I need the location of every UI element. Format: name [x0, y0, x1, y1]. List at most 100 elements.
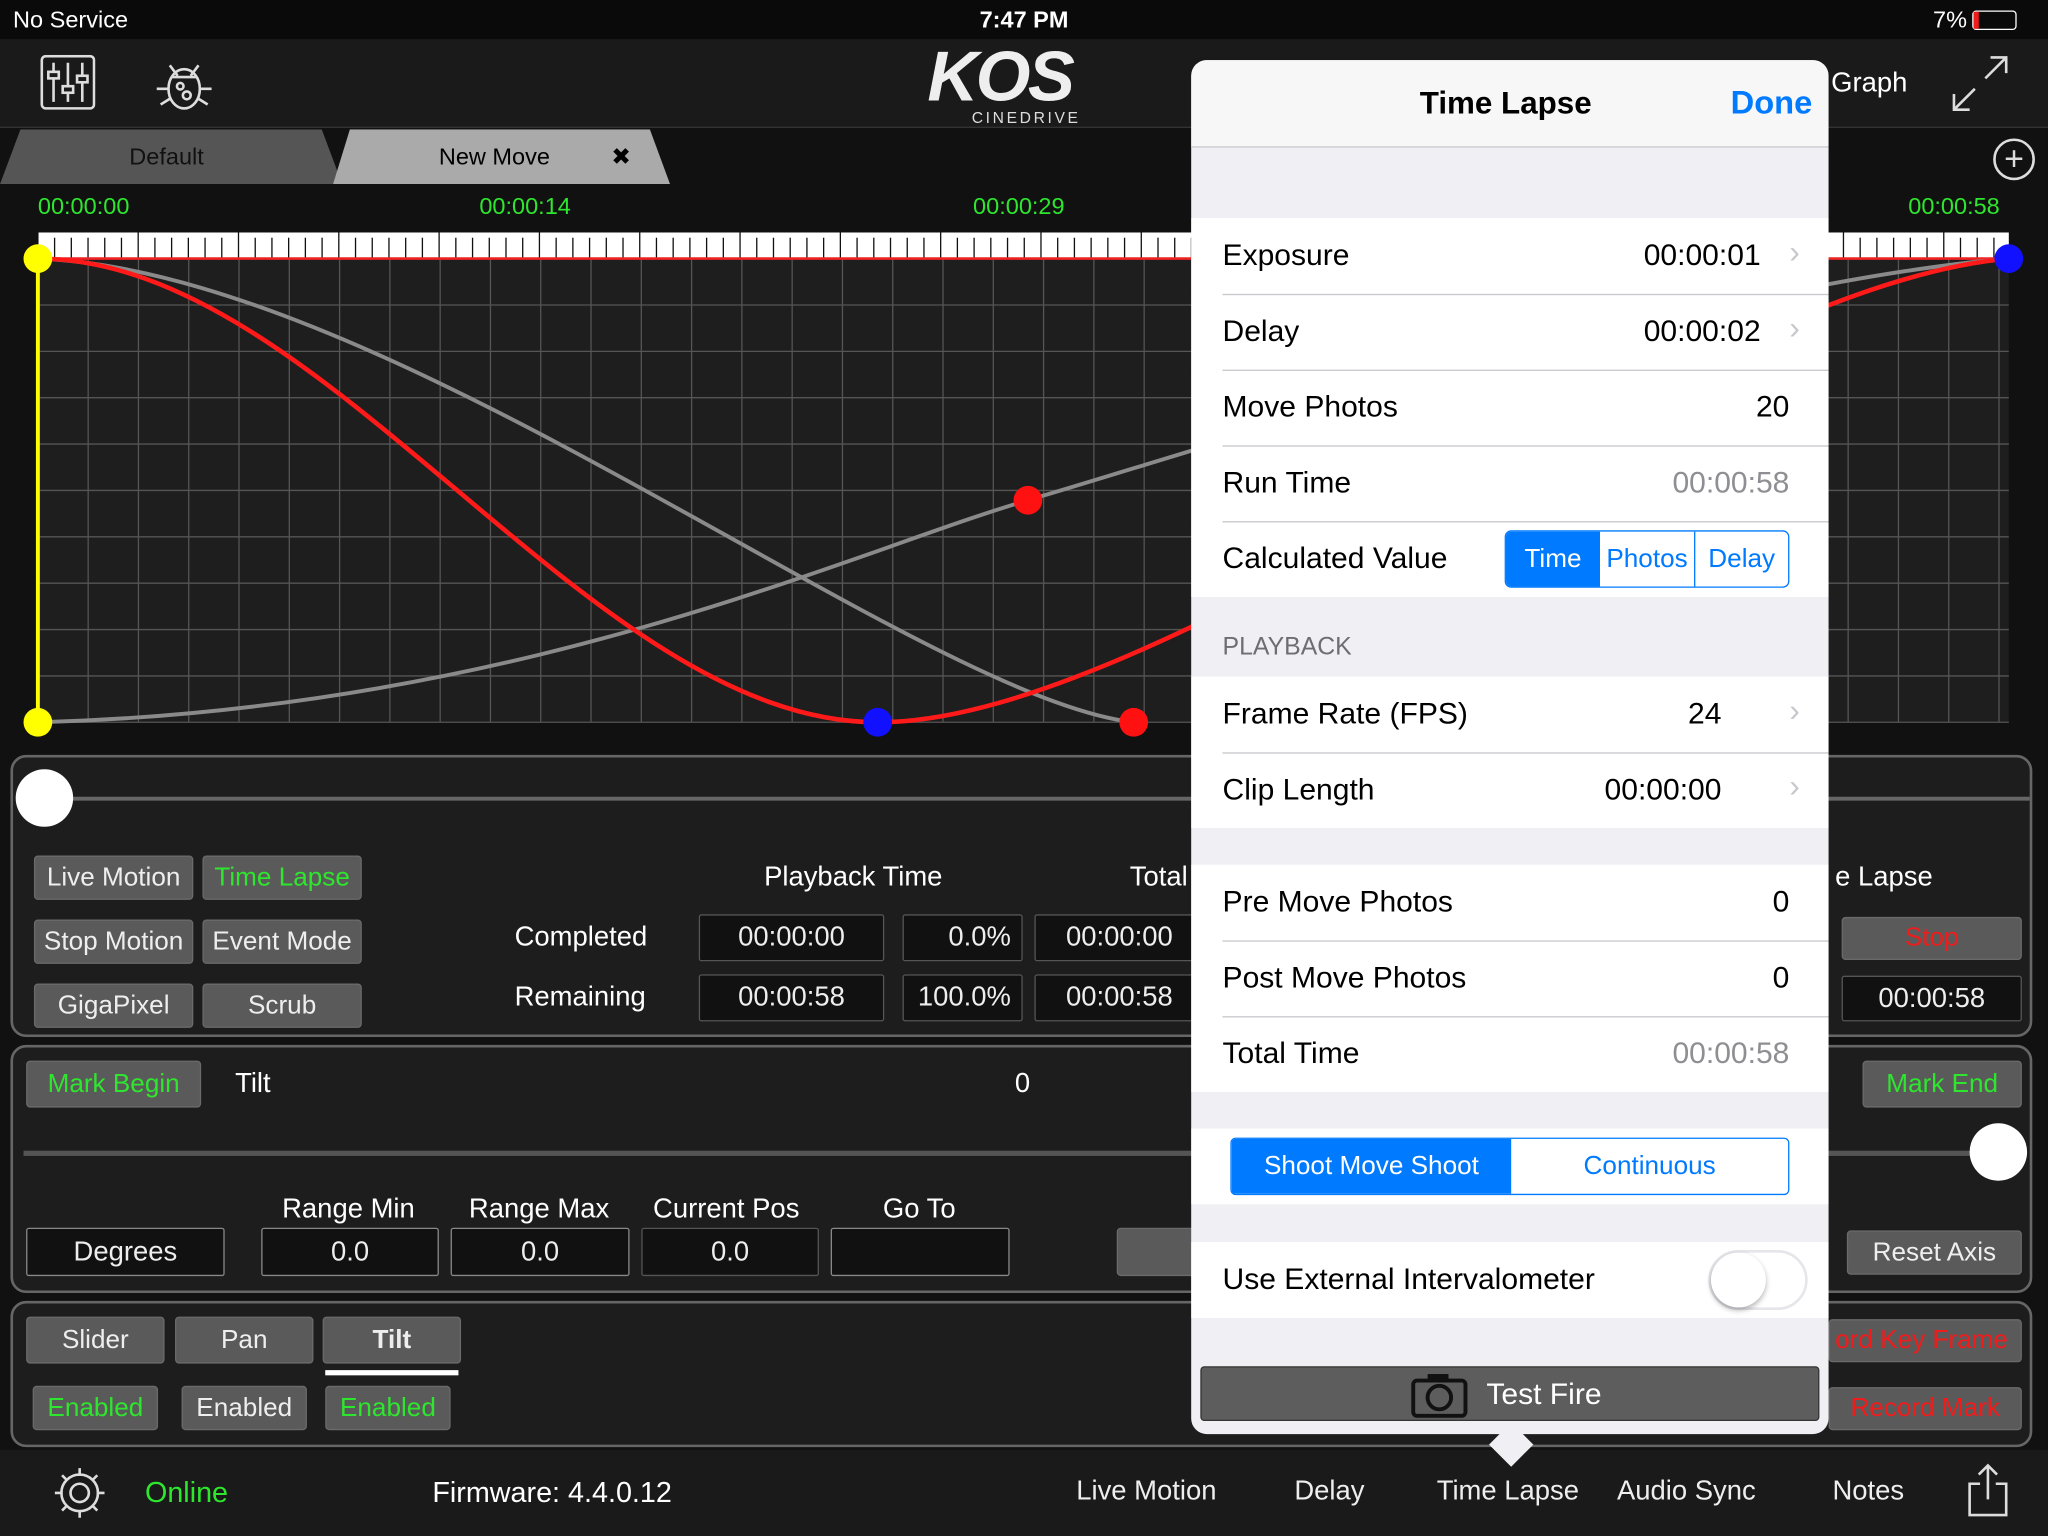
- bug-icon[interactable]: [154, 52, 214, 112]
- tilt-enabled-toggle[interactable]: Enabled: [325, 1385, 451, 1431]
- right-mode-header: e Lapse: [1835, 862, 1933, 893]
- keyframe-point: [1013, 485, 1043, 515]
- bottom-tab-live-motion[interactable]: Live Motion: [1076, 1476, 1216, 1507]
- scrub-handle[interactable]: [15, 769, 74, 827]
- range-max-input[interactable]: 0.0: [450, 1227, 630, 1277]
- sliders-icon[interactable]: [40, 54, 96, 110]
- mode-gigapixel[interactable]: GigaPixel: [33, 983, 194, 1028]
- bottom-tab-delay[interactable]: Delay: [1294, 1476, 1364, 1507]
- post-move-photos-row[interactable]: Post Move Photos 0: [1191, 940, 1829, 1017]
- time-tick: 00:00:29: [973, 193, 1065, 220]
- segment-delay[interactable]: Delay: [1695, 532, 1788, 587]
- remaining-time: 00:00:58: [698, 974, 885, 1022]
- segment-time[interactable]: Time: [1505, 531, 1600, 587]
- chevron-right-icon: ›: [1789, 310, 1800, 347]
- right-time: 00:00:58: [1841, 975, 2022, 1022]
- chevron-right-icon: ›: [1789, 769, 1800, 805]
- time-tick: 00:00:58: [1908, 193, 2000, 220]
- pre-move-photos-row[interactable]: Pre Move Photos 0: [1191, 864, 1829, 941]
- keyframe-point: [23, 707, 53, 737]
- record-mark-button[interactable]: Record Mark: [1828, 1387, 2022, 1431]
- keyframe-point: [23, 244, 53, 273]
- calculated-value-segmented[interactable]: Time Photos Delay: [1504, 530, 1790, 588]
- shoot-mode-row: Shoot Move Shoot Continuous: [1191, 1128, 1829, 1205]
- app: No Service 7:47 PM 7% KOS CINEDRIVE Grap…: [0, 0, 2048, 1536]
- mode-stop-motion[interactable]: Stop Motion: [33, 919, 194, 964]
- segment-continuous[interactable]: Continuous: [1511, 1139, 1788, 1194]
- axis-slider-handle[interactable]: [1969, 1123, 2028, 1181]
- add-icon[interactable]: +: [1993, 138, 2035, 181]
- mode-time-lapse[interactable]: Time Lapse: [202, 855, 362, 900]
- unit-selector[interactable]: Degrees: [26, 1227, 225, 1277]
- pan-enabled-toggle[interactable]: Enabled: [181, 1385, 307, 1431]
- selected-indicator: [325, 1370, 459, 1376]
- settings-gear-icon[interactable]: [52, 1465, 107, 1520]
- keyframe-point: [1119, 707, 1149, 737]
- calculated-value-row: Calculated Value Time Photos Delay: [1191, 521, 1829, 597]
- range-min-input[interactable]: 0.0: [261, 1227, 439, 1277]
- external-intervalometer-toggle[interactable]: [1708, 1249, 1808, 1311]
- bottom-tab-audio-sync[interactable]: Audio Sync: [1617, 1476, 1756, 1507]
- segment-shoot-move-shoot[interactable]: Shoot Move Shoot: [1231, 1138, 1512, 1194]
- motor-tab-tilt[interactable]: Tilt: [322, 1316, 462, 1364]
- bottom-tab-time-lapse[interactable]: Time Lapse: [1437, 1476, 1579, 1507]
- done-button[interactable]: Done: [1731, 85, 1813, 123]
- firmware-version: Firmware: 4.4.0.12: [432, 1475, 672, 1509]
- remaining-label: Remaining: [514, 982, 646, 1013]
- record-key-frame-button[interactable]: ord Key Frame: [1828, 1319, 2022, 1363]
- kos-logo: KOS: [925, 37, 1126, 116]
- go-button[interactable]: [1116, 1227, 1196, 1277]
- motor-tab-slider[interactable]: Slider: [26, 1316, 165, 1364]
- delay-row[interactable]: Delay 00:00:02 ›: [1191, 293, 1829, 370]
- mark-end-button[interactable]: Mark End: [1862, 1060, 2022, 1108]
- reset-axis-button[interactable]: Reset Axis: [1846, 1230, 2022, 1275]
- share-icon[interactable]: [1967, 1463, 2009, 1518]
- slider-enabled-toggle[interactable]: Enabled: [32, 1385, 159, 1431]
- remaining-total: 00:00:58: [1034, 974, 1205, 1022]
- expand-icon[interactable]: [1951, 55, 2008, 112]
- range-min-label: Range Min: [282, 1193, 415, 1224]
- mark-begin-button[interactable]: Mark Begin: [26, 1060, 202, 1108]
- chevron-right-icon: ›: [1789, 235, 1800, 271]
- close-tab-icon[interactable]: ✖: [611, 144, 631, 171]
- stop-button[interactable]: Stop: [1841, 916, 2022, 960]
- motor-tab-pan[interactable]: Pan: [175, 1316, 314, 1364]
- keyframe-point: [863, 707, 893, 737]
- camera-icon: [1411, 1374, 1468, 1418]
- bottom-tab-notes[interactable]: Notes: [1832, 1476, 1904, 1507]
- remaining-percent: 100.0%: [902, 974, 1023, 1022]
- svg-text:KOS: KOS: [927, 43, 1075, 106]
- mode-live-motion[interactable]: Live Motion: [33, 855, 194, 900]
- axis-name: Tilt: [235, 1068, 271, 1099]
- run-time-row: Run Time 00:00:58: [1191, 445, 1829, 522]
- carrier: No Service: [13, 6, 129, 33]
- mode-scrub[interactable]: Scrub: [202, 983, 362, 1028]
- current-pos-value: 0.0: [641, 1227, 819, 1277]
- graph-label[interactable]: Graph: [1831, 68, 1907, 99]
- battery-icon: [1972, 10, 2017, 31]
- test-fire-button[interactable]: Test Fire: [1200, 1366, 1820, 1422]
- external-intervalometer-row: Use External Intervalometer: [1191, 1242, 1829, 1318]
- completed-time: 00:00:00: [698, 914, 885, 962]
- playback-header: Playback Time: [764, 862, 943, 893]
- connection-status: Online: [144, 1475, 229, 1509]
- time-lapse-popover: Time Lapse Done Exposure 00:00:01 › Delay 0…: [1191, 60, 1829, 1435]
- completed-percent: 0.0%: [902, 914, 1023, 962]
- shoot-mode-segmented[interactable]: Shoot Move Shoot Continuous: [1230, 1137, 1790, 1196]
- time-tick: 00:00:00: [37, 193, 130, 220]
- total-header: Total: [1129, 862, 1188, 893]
- completed-total: 00:00:00: [1034, 914, 1205, 962]
- completed-label: Completed: [514, 922, 648, 953]
- move-photos-row[interactable]: Move Photos 20: [1191, 369, 1829, 446]
- go-to-input[interactable]: [830, 1227, 1010, 1277]
- frame-rate-row[interactable]: Frame Rate (FPS) 24 ›: [1191, 676, 1829, 753]
- popover-title: Time Lapse: [1419, 86, 1592, 122]
- clock: 7:47 PM: [979, 6, 1069, 33]
- total-time-row: Total Time 00:00:58: [1191, 1016, 1829, 1092]
- clip-length-row[interactable]: Clip Length 00:00:00 ›: [1191, 752, 1829, 829]
- mode-event-mode[interactable]: Event Mode: [202, 919, 362, 964]
- time-tick: 00:00:14: [479, 193, 571, 220]
- tab-default-label: Default: [129, 143, 204, 170]
- segment-photos[interactable]: Photos: [1600, 531, 1696, 587]
- exposure-row[interactable]: Exposure 00:00:01 ›: [1191, 218, 1829, 294]
